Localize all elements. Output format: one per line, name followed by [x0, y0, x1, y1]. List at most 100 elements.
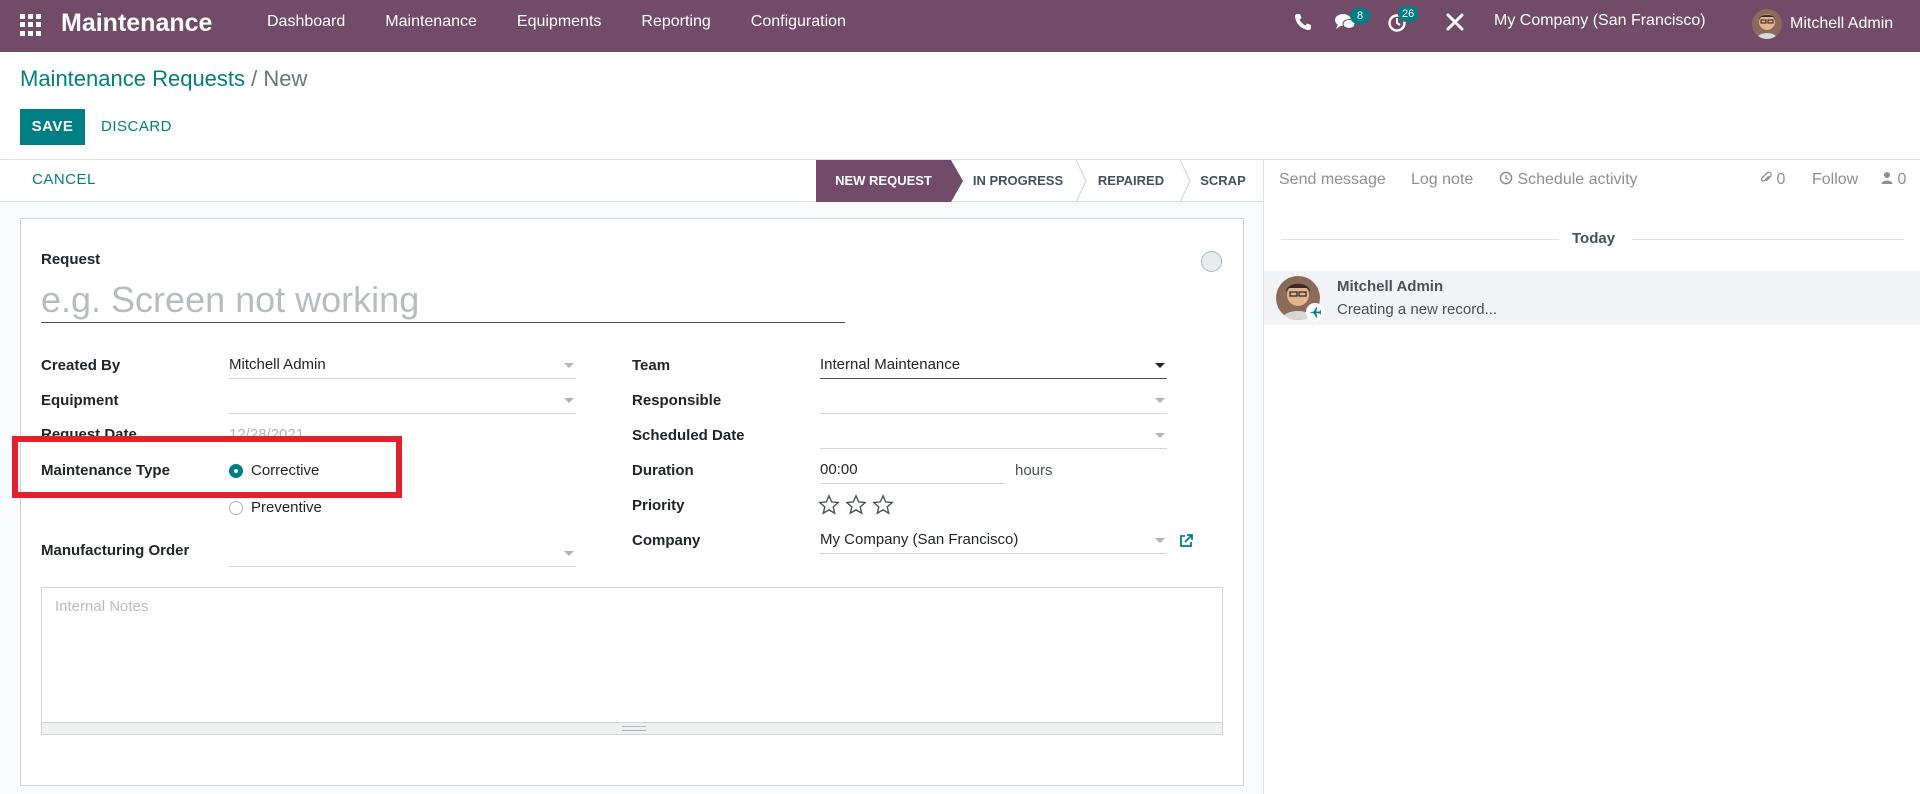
- chevron-down-icon: [564, 398, 574, 403]
- user-name: Mitchell Admin: [1790, 15, 1894, 32]
- breadcrumb: Maintenance Requests / New: [20, 66, 307, 92]
- menu-dashboard[interactable]: Dashboard: [247, 0, 365, 44]
- attachments-button[interactable]: 0: [1760, 171, 1785, 189]
- tools-icon[interactable]: [1444, 12, 1466, 32]
- team-field[interactable]: Internal Maintenance: [820, 353, 1167, 379]
- priority-label: Priority: [632, 497, 685, 514]
- stage-separator: [1179, 160, 1191, 202]
- request-date-field[interactable]: 12/28/2021: [229, 423, 576, 436]
- plane-icon: [1306, 303, 1324, 321]
- created-by-field[interactable]: Mitchell Admin: [229, 353, 576, 379]
- company-switcher[interactable]: My Company (San Francisco): [1494, 12, 1706, 30]
- responsible-label: Responsible: [632, 392, 722, 409]
- internal-notes-input[interactable]: [42, 588, 1222, 722]
- manufacturing-order-label: Manufacturing Order: [41, 542, 190, 559]
- top-navbar: Maintenance Dashboard Maintenance Equipm…: [0, 0, 1920, 52]
- responsible-field[interactable]: [820, 388, 1167, 414]
- schedule-activity-label: Schedule activity: [1517, 171, 1638, 188]
- schedule-activity-button[interactable]: Schedule activity: [1499, 171, 1638, 189]
- external-link-icon[interactable]: [1178, 533, 1194, 549]
- duration-label: Duration: [632, 462, 694, 479]
- phone-icon[interactable]: [1292, 12, 1314, 32]
- maintenance-type-label: Maintenance Type: [41, 462, 170, 479]
- stage-scrap[interactable]: SCRAP: [1183, 160, 1263, 202]
- request-title-input[interactable]: [41, 277, 845, 323]
- maintenance-type-preventive[interactable]: Preventive: [229, 499, 322, 516]
- date-separator: Today: [1572, 230, 1616, 247]
- chevron-down-icon: [1155, 398, 1165, 403]
- created-by-value: Mitchell Admin: [229, 356, 326, 373]
- request-label: Request: [41, 251, 101, 268]
- chevron-down-icon: [1155, 433, 1165, 438]
- follow-button[interactable]: Follow: [1812, 171, 1858, 189]
- main-menu: Dashboard Maintenance Equipments Reporti…: [247, 0, 866, 44]
- send-message-button[interactable]: Send message: [1279, 171, 1386, 189]
- duration-field[interactable]: 00:00: [820, 458, 1005, 484]
- menu-equipments[interactable]: Equipments: [497, 0, 622, 44]
- chatter-panel: Send message Log note Schedule activity …: [1263, 160, 1920, 794]
- created-by-label: Created By: [41, 357, 121, 374]
- stage-repaired[interactable]: REPAIRED: [1079, 160, 1191, 202]
- manufacturing-order-field[interactable]: [229, 541, 576, 567]
- star-icon[interactable]: [818, 494, 840, 516]
- stage-new-request[interactable]: NEW REQUEST: [816, 160, 963, 202]
- equipment-label: Equipment: [41, 392, 119, 409]
- stage-label: NEW REQUEST: [835, 173, 932, 188]
- star-icon[interactable]: [872, 494, 894, 516]
- discard-button[interactable]: DISCARD: [101, 109, 172, 145]
- stage-pipeline: NEW REQUEST IN PROGRESS REPAIRED SCRAP: [816, 160, 1263, 202]
- company-field[interactable]: My Company (San Francisco): [820, 528, 1167, 554]
- stage-separator: [1075, 160, 1087, 202]
- date-divider-line: [1632, 239, 1904, 240]
- maintenance-type-corrective[interactable]: Corrective: [229, 462, 319, 479]
- cancel-button[interactable]: CANCEL: [32, 171, 96, 188]
- user-menu[interactable]: Mitchell Admin: [1752, 9, 1893, 39]
- request-date-value: 12/28/2021: [229, 426, 305, 436]
- equipment-field[interactable]: [229, 388, 576, 414]
- message-body: Creating a new record...: [1337, 301, 1498, 318]
- stage-label: REPAIRED: [1097, 173, 1165, 188]
- chevron-down-icon: [1155, 538, 1165, 543]
- breadcrumb-separator: /: [251, 66, 258, 91]
- grip-icon: [622, 726, 646, 731]
- menu-maintenance[interactable]: Maintenance: [365, 0, 497, 44]
- chevron-down-icon: [564, 363, 574, 368]
- star-icon[interactable]: [845, 494, 867, 516]
- radio-label: Preventive: [251, 499, 322, 516]
- chatter-topbar: Send message Log note Schedule activity …: [1264, 160, 1920, 202]
- company-value: My Company (San Francisco): [820, 531, 1019, 548]
- duration-value: 00:00: [820, 461, 858, 478]
- chevron-down-icon: [564, 551, 574, 556]
- status-bar: CANCEL NEW REQUEST IN PROGRESS REPAIRED …: [0, 160, 1263, 202]
- stage-label: SCRAP: [1200, 173, 1246, 188]
- date-divider-line: [1281, 239, 1559, 240]
- followers-button[interactable]: 0: [1881, 171, 1906, 189]
- menu-configuration[interactable]: Configuration: [731, 0, 866, 44]
- chevron-down-icon: [1155, 363, 1165, 368]
- save-button[interactable]: SAVE: [20, 109, 85, 145]
- radio-checked-icon: [229, 463, 243, 478]
- chatter-message: Mitchell Admin Creating a new record...: [1264, 271, 1920, 325]
- clock-icon: [1499, 171, 1513, 185]
- followers-count: 0: [1897, 171, 1907, 188]
- menu-reporting[interactable]: Reporting: [621, 0, 730, 44]
- avatar: [1752, 9, 1782, 39]
- activities-badge: 26: [1398, 6, 1419, 22]
- duration-unit: hours: [1015, 462, 1053, 479]
- attachments-count: 0: [1776, 171, 1786, 188]
- kanban-state-indicator[interactable]: [1201, 251, 1222, 272]
- app-brand[interactable]: Maintenance: [61, 9, 212, 38]
- user-icon: [1881, 172, 1893, 184]
- stage-label: IN PROGRESS: [972, 173, 1064, 188]
- team-label: Team: [632, 357, 671, 374]
- request-date-label: Request Date: [41, 426, 137, 436]
- company-label: Company: [632, 532, 701, 549]
- message-author[interactable]: Mitchell Admin: [1337, 278, 1443, 295]
- log-note-button[interactable]: Log note: [1411, 171, 1473, 189]
- stage-arrow: [951, 160, 963, 202]
- breadcrumb-parent[interactable]: Maintenance Requests: [20, 66, 245, 91]
- resize-handle[interactable]: [42, 722, 1222, 734]
- scheduled-date-field[interactable]: [820, 423, 1167, 449]
- stage-in-progress[interactable]: IN PROGRESS: [951, 160, 1087, 202]
- apps-menu-icon[interactable]: [20, 14, 42, 36]
